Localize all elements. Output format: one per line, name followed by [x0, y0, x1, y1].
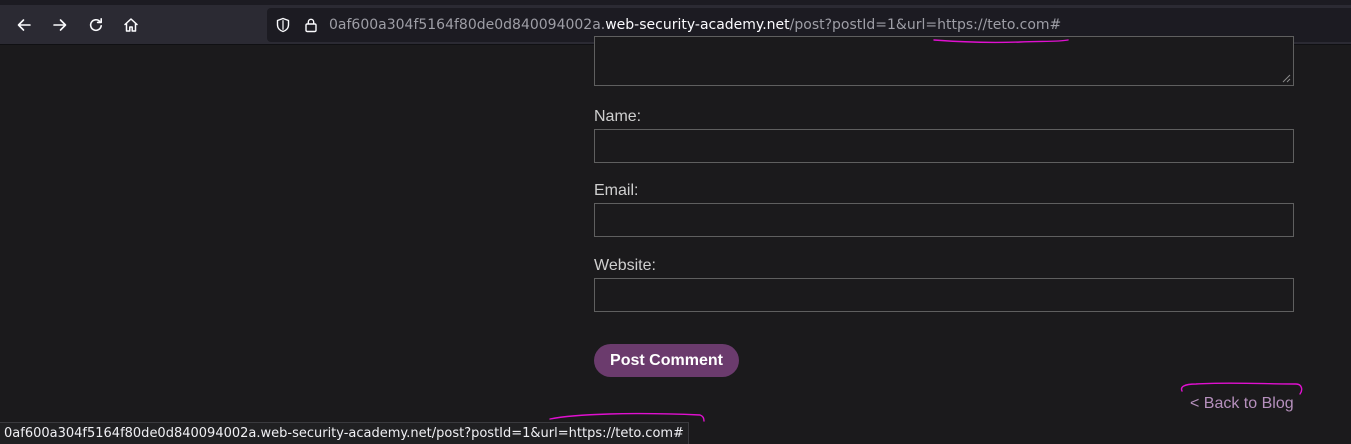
email-input[interactable]	[594, 203, 1294, 237]
arrow-right-icon	[53, 19, 67, 31]
shield-icon[interactable]	[275, 17, 291, 33]
home-icon	[124, 18, 138, 32]
arrow-left-icon	[17, 19, 31, 31]
reload-button[interactable]	[82, 11, 110, 39]
back-to-blog-link[interactable]: < Back to Blog	[1190, 395, 1294, 413]
post-comment-button[interactable]: Post Comment	[594, 344, 739, 377]
resize-grip-icon[interactable]	[1282, 74, 1291, 83]
status-bar-url: 0af600a304f5164f80de0d840094002a.web-sec…	[0, 422, 689, 444]
url-domain: web-security-academy.net	[605, 17, 790, 33]
website-label: Website:	[594, 257, 656, 274]
lock-icon[interactable]	[303, 17, 319, 33]
comment-textarea[interactable]	[594, 36, 1294, 86]
url-text[interactable]: 0af600a304f5164f80de0d840094002a.web-sec…	[329, 16, 1061, 34]
name-input[interactable]	[594, 129, 1294, 163]
name-label: Name:	[594, 108, 642, 125]
home-button[interactable]	[117, 11, 145, 39]
url-path: /post?postId=1&url=https://teto.com#	[789, 17, 1062, 33]
website-input[interactable]	[594, 278, 1294, 312]
email-label: Email:	[594, 182, 639, 199]
forward-button[interactable]	[46, 11, 74, 39]
url-subdomain: 0af600a304f5164f80de0d840094002a.	[329, 17, 606, 33]
back-button[interactable]	[10, 11, 38, 39]
reload-icon	[89, 18, 102, 32]
